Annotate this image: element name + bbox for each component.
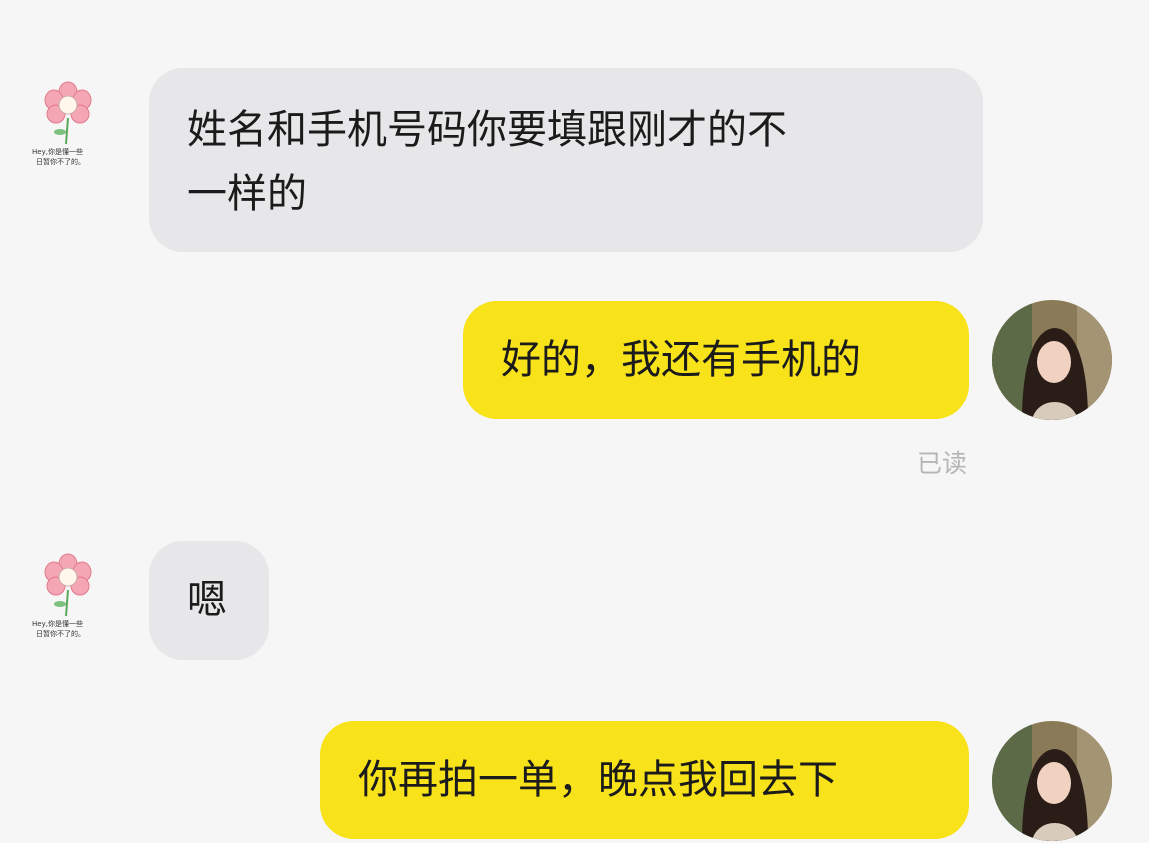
message-line: 一样的 — [187, 171, 307, 217]
read-status: 已读 — [916, 449, 967, 478]
sticker-caption-1: Hey,你是懂一些 — [32, 619, 83, 628]
profile-photo-icon — [992, 300, 1112, 420]
contact-avatar[interactable]: Hey,你是懂一些 日暂你不了的。 — [30, 552, 108, 652]
outgoing-message-bubble[interactable]: 好的，我还有手机的 — [463, 301, 969, 419]
incoming-message-bubble[interactable]: 嗯 — [149, 541, 269, 660]
outgoing-message-bubble[interactable]: 你再拍一单，晚点我回去下 — [320, 721, 969, 839]
profile-photo-icon — [992, 721, 1112, 841]
incoming-message-bubble[interactable]: 姓名和手机号码你要填跟刚才的不 一样的 — [149, 68, 983, 252]
sticker-caption-2: 日暂你不了的。 — [36, 629, 85, 638]
sticker-caption-1: Hey,你是懂一些 — [32, 147, 83, 156]
message-text: 你再拍一单，晚点我回去下 — [358, 757, 838, 803]
contact-avatar[interactable]: Hey,你是懂一些 日暂你不了的。 — [30, 80, 108, 180]
my-avatar[interactable] — [992, 300, 1112, 420]
message-text: 好的，我还有手机的 — [501, 337, 861, 383]
sticker-caption-2: 日暂你不了的。 — [36, 157, 85, 166]
message-text: 嗯 — [187, 577, 227, 623]
message-line: 姓名和手机号码你要填跟刚才的不 — [187, 107, 787, 153]
my-avatar[interactable] — [992, 721, 1112, 841]
flower-sticker-icon: Hey,你是懂一些 日暂你不了的。 — [32, 81, 92, 166]
flower-sticker-icon: Hey,你是懂一些 日暂你不了的。 — [32, 553, 92, 638]
